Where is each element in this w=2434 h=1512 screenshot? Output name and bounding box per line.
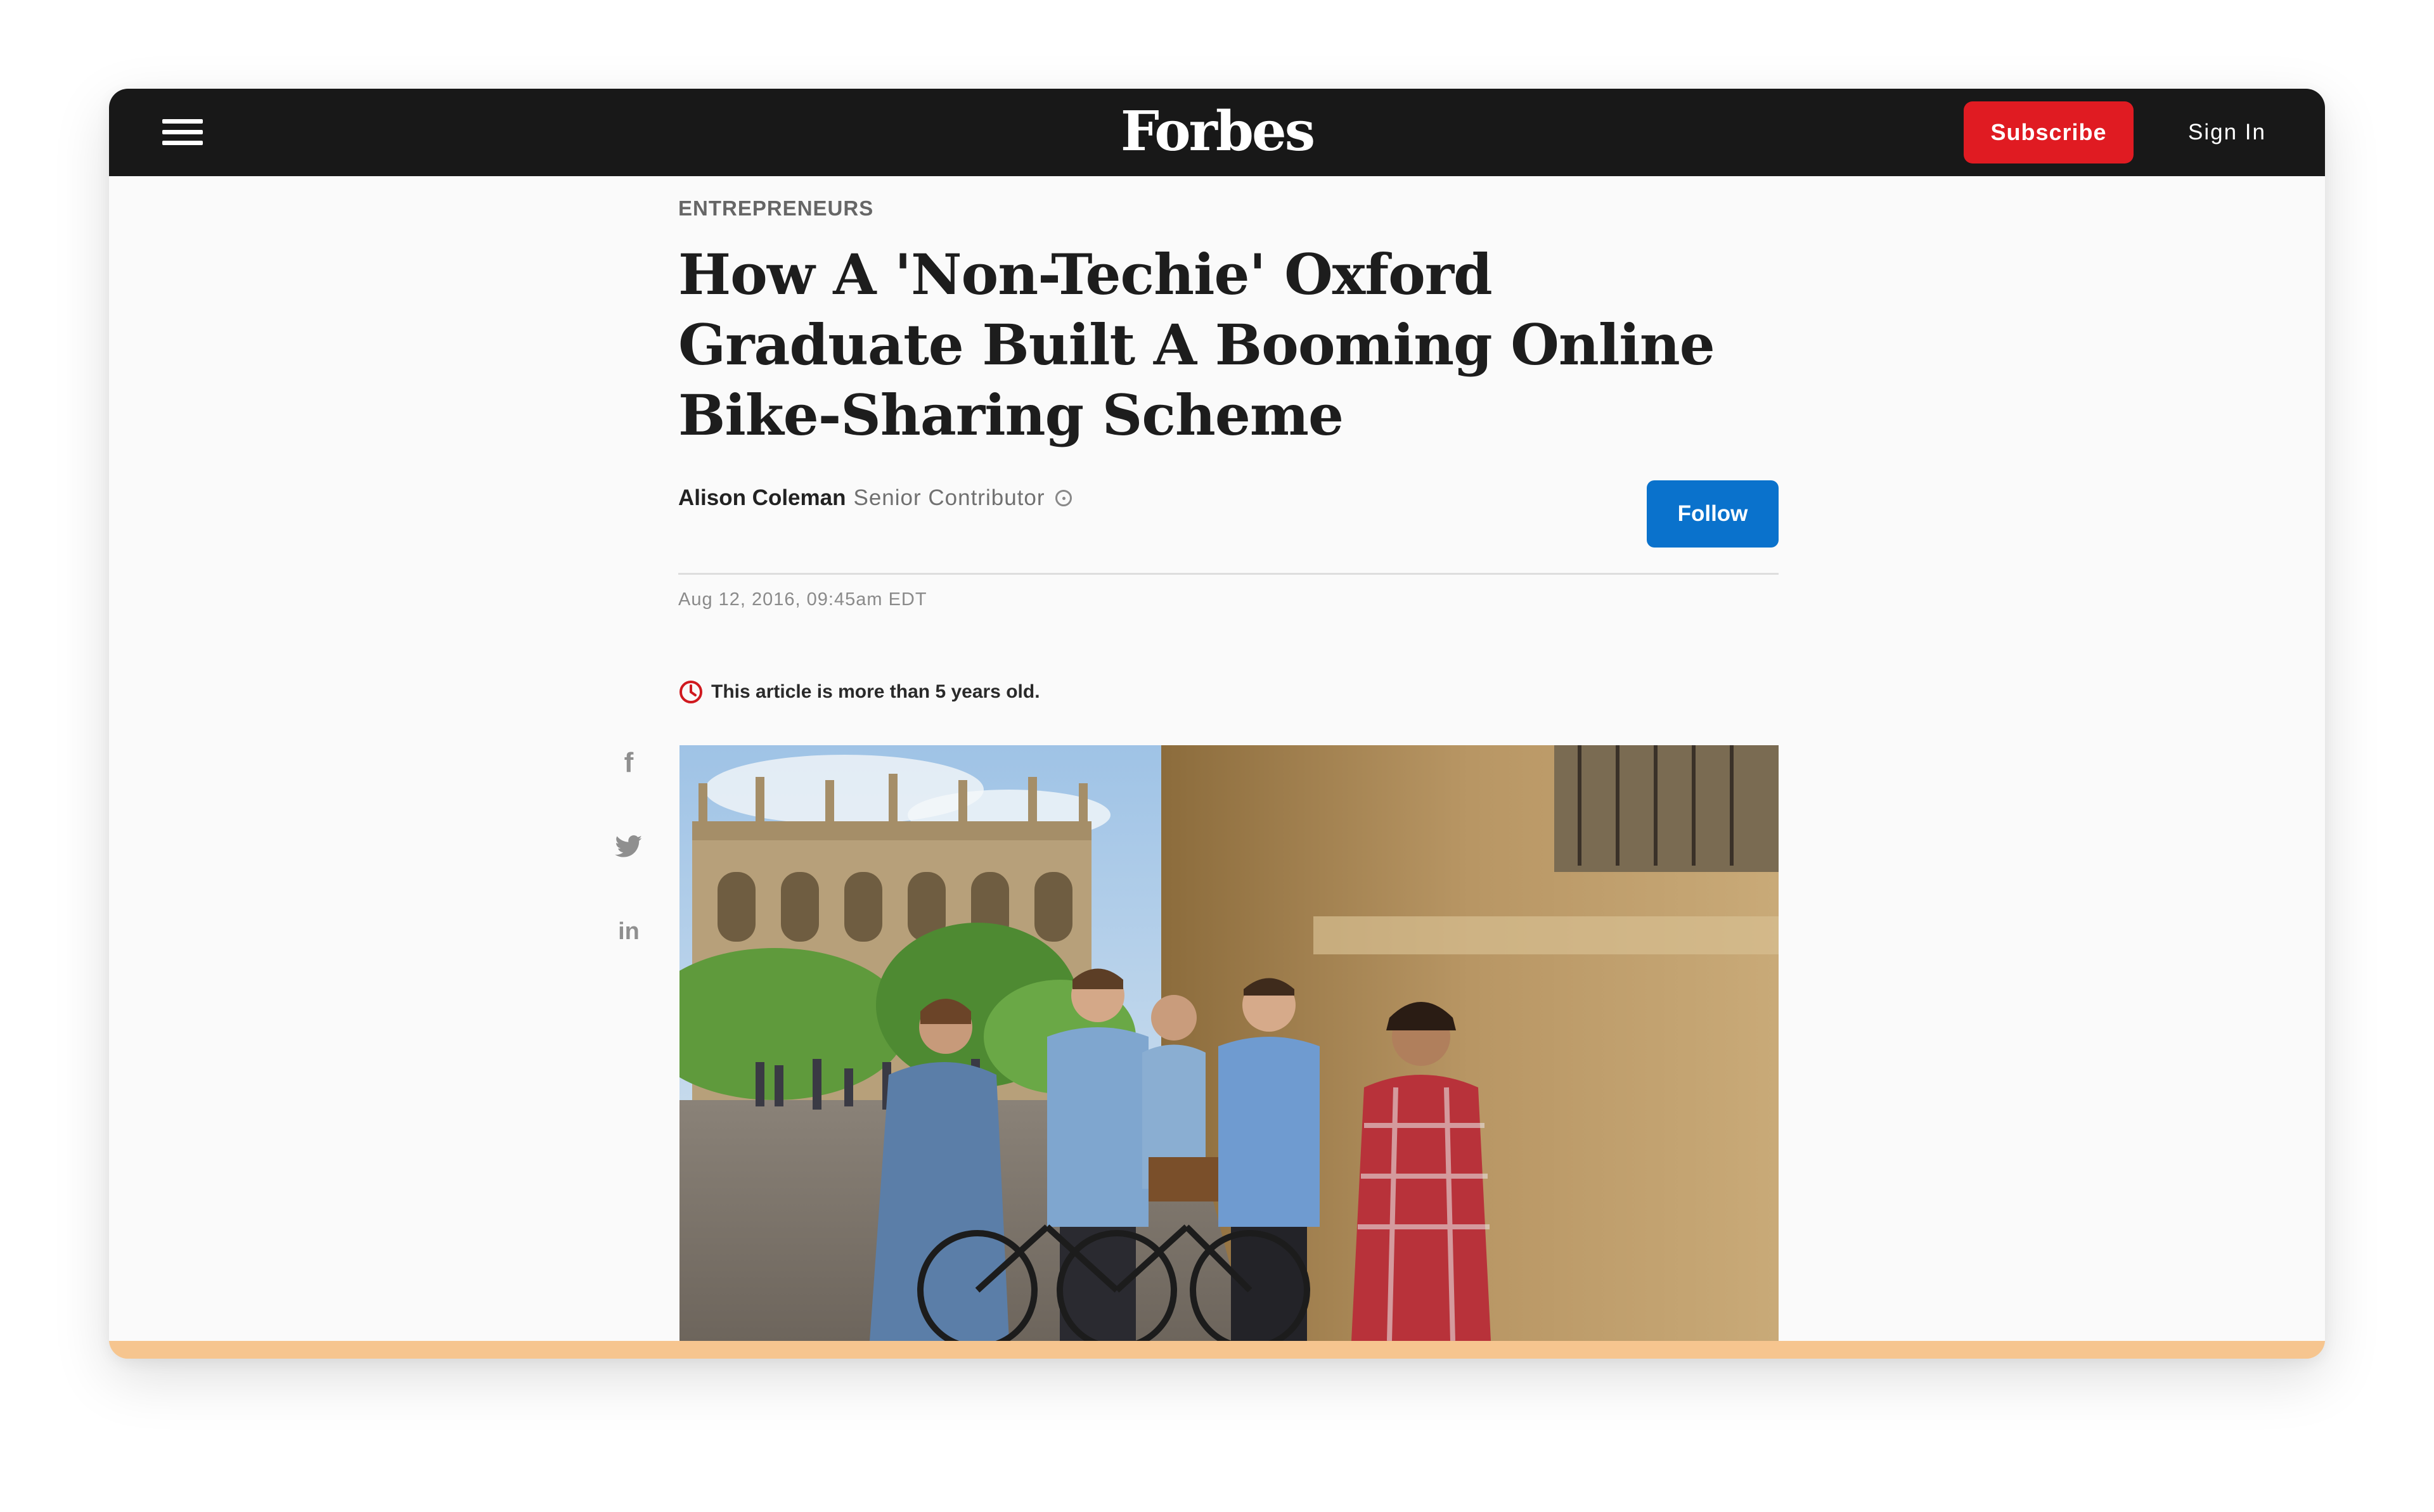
hero-image [679,745,1779,1341]
article-headline: How A 'Non-Techie' Oxford Graduate Built… [678,241,1715,448]
sign-in-link[interactable]: Sign In [2188,117,2296,148]
browser-window: Forbes Subscribe Sign In ENTREPRENEURS H… [109,89,2325,1359]
byline-divider [678,573,1779,575]
article-category[interactable]: ENTREPRENEURS [678,196,873,221]
author-role: Senior Contributor [853,485,1045,510]
facebook-icon[interactable]: f [610,744,648,782]
byline: Alison Coleman Senior Contributor [678,483,1072,513]
twitter-icon[interactable] [610,828,648,866]
reading-progress-fill [109,1341,2325,1359]
clock-icon [679,681,702,703]
linkedin-icon[interactable]: in [610,913,648,951]
age-notice-text: This article is more than 5 years old. [711,681,1040,702]
publish-date: Aug 12, 2016, 09:45am EDT [678,589,927,610]
article-age-notice: This article is more than 5 years old. [678,679,1040,705]
info-icon[interactable] [1055,490,1072,506]
author-name[interactable]: Alison Coleman [678,483,846,513]
top-navigation-bar: Forbes Subscribe Sign In [109,89,2325,176]
subscribe-button[interactable]: Subscribe [1964,101,2134,163]
reading-progress-bar [109,1341,2325,1359]
follow-button[interactable]: Follow [1647,480,1779,548]
